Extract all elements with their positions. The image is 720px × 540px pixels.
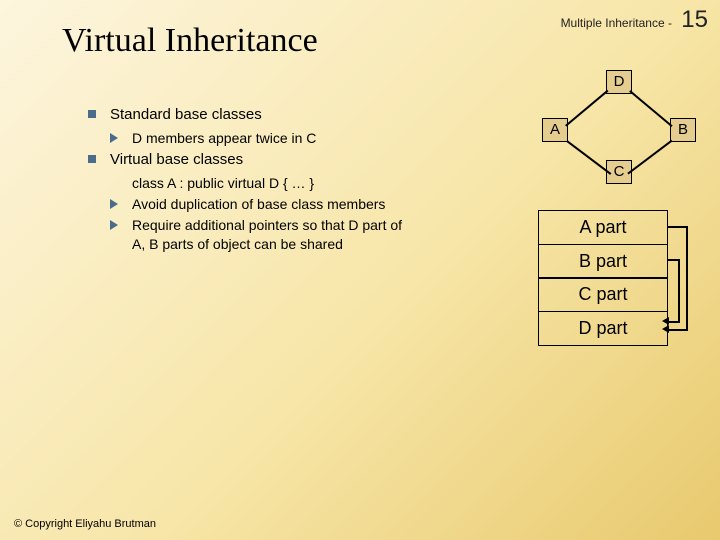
part-D: D part <box>538 311 668 346</box>
bullet-virtual-code: class A : public virtual D { … } <box>88 174 418 193</box>
inheritance-diagram: D A B C A part B part C part D part <box>460 70 700 380</box>
bullet-standard-sub1: D members appear twice in C <box>88 129 418 148</box>
bullet-virtual-sub2: Require additional pointers so that D pa… <box>88 216 418 254</box>
node-B: B <box>670 118 696 142</box>
part-B: B part <box>538 244 668 279</box>
bullet-standard: Standard base classes <box>88 105 418 125</box>
copyright: © Copyright Eliyahu Brutman <box>14 518 156 530</box>
edge-D-A <box>565 90 608 127</box>
header-meta: Multiple Inheritance - 15 <box>561 6 708 34</box>
node-D: D <box>606 70 632 94</box>
bullet-content: Standard base classes D members appear t… <box>88 105 418 256</box>
node-A: A <box>542 118 568 142</box>
edge-D-B <box>630 90 673 127</box>
section-label: Multiple Inheritance - <box>561 16 672 30</box>
page-number: 15 <box>681 6 708 33</box>
page-title: Virtual Inheritance <box>62 22 318 60</box>
bullet-virtual: Virtual base classes <box>88 150 418 170</box>
object-layout-table: A part B part C part D part <box>538 210 668 346</box>
bullet-virtual-sub1: Avoid duplication of base class members <box>88 195 418 214</box>
edge-A-C <box>567 140 612 174</box>
part-A: A part <box>538 210 668 245</box>
part-C: C part <box>538 277 668 312</box>
edge-B-C <box>628 140 673 174</box>
